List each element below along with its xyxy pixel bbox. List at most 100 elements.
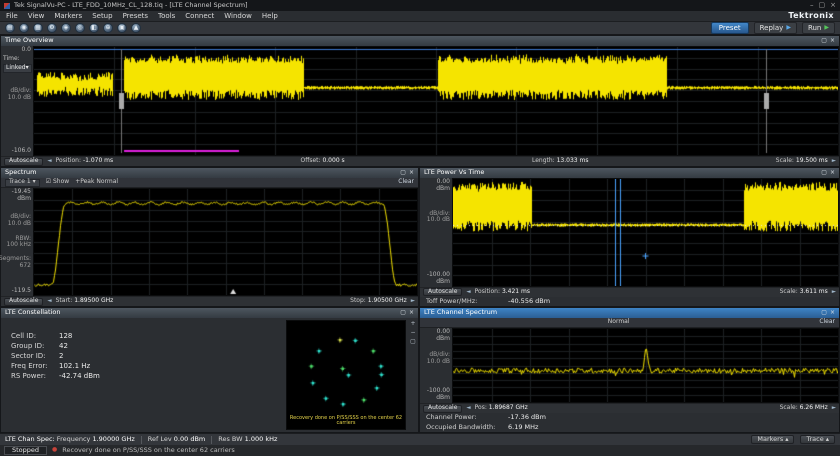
res-bw-readout[interactable]: Res BW 1.000 kHz [218, 436, 277, 443]
close-icon[interactable]: × [830, 170, 835, 177]
menu-tools[interactable]: Tools [158, 12, 175, 20]
window-title: Tek SignalVu-PC - LTE_FDD_10MHz_CL_128.t… [14, 2, 248, 9]
chspec-canvas [453, 329, 838, 402]
autoscale-button[interactable]: Autoscale [4, 298, 43, 306]
undock-icon[interactable]: ▢ [821, 170, 827, 177]
ref-level-value: 0.00 dBm [174, 435, 205, 443]
undock-icon[interactable]: ▢ [821, 310, 827, 317]
undock-icon[interactable]: ▢ [821, 38, 827, 45]
menubar: File View Markers Setup Presets Tools Co… [0, 11, 840, 22]
position-readout[interactable]: Position: -1.070 ms [56, 158, 114, 165]
menu-markers[interactable]: Markers [54, 12, 82, 20]
spectrum-panel: Spectrum ▢ × Trace 1▾ ☑ Show +Peak Norma… [0, 167, 419, 307]
reset-view-icon[interactable]: ▢ [410, 339, 416, 346]
replay-button[interactable]: Replay ▶ [754, 22, 797, 34]
autoscale-button[interactable]: Autoscale [423, 405, 462, 413]
analysis-icon[interactable]: ▣ [117, 23, 127, 33]
menu-presets[interactable]: Presets [123, 12, 148, 20]
time-linked-dropdown[interactable]: Linked▾ [3, 64, 32, 73]
spectrum-header[interactable]: Spectrum ▢ × [1, 168, 418, 178]
freq-error-value: 102.1 Hz [59, 362, 90, 370]
menu-window[interactable]: Window [224, 12, 252, 20]
pan-left-arrow[interactable]: ◄ [47, 158, 51, 164]
scale-readout[interactable]: Scale: 6.26 MHz [780, 405, 828, 412]
position-readout[interactable]: Position: 3.421 ms [475, 289, 530, 296]
panel-title: Time Overview [5, 37, 54, 44]
pvt-plot[interactable] [452, 178, 839, 287]
frequency-icon[interactable]: ◎ [75, 23, 85, 33]
freq-error-row: Freq Error:102.1 Hz [11, 362, 286, 370]
zoom-in-icon[interactable]: + [410, 321, 415, 328]
close-icon[interactable]: × [409, 310, 414, 317]
ref-level-readout[interactable]: Ref Lev 0.00 dBm [148, 436, 205, 443]
markers-icon[interactable]: ▲ [131, 23, 141, 33]
pan-right-arrow[interactable]: ► [832, 405, 836, 411]
lte-power-vs-time-header[interactable]: LTE Power Vs Time ▢ × [420, 168, 839, 178]
cell-id-label: Cell ID: [11, 332, 59, 340]
undock-icon[interactable]: ▢ [400, 170, 406, 177]
save-icon[interactable]: ◉ [19, 23, 29, 33]
pos-readout[interactable]: Pos: 1.89687 GHz [475, 405, 528, 412]
start-readout[interactable]: Start: 1.89500 GHz [56, 298, 114, 305]
pan-left-arrow[interactable]: ◄ [47, 298, 51, 304]
scale-readout[interactable]: Scale: 19.500 ms [776, 158, 828, 165]
time-overview-header[interactable]: Time Overview ▢ × [1, 36, 839, 46]
autoscale-button[interactable]: Autoscale [4, 158, 43, 166]
undock-icon[interactable]: ▢ [400, 310, 406, 317]
menu-setup[interactable]: Setup [92, 12, 112, 20]
pvt-controls: Autoscale ◄ Position: 3.421 ms Scale: 3.… [420, 287, 839, 297]
trigger-icon[interactable]: ⊕ [103, 23, 113, 33]
minimize-button[interactable]: – [810, 1, 814, 9]
clear-button[interactable]: Clear [819, 319, 835, 326]
amplitude-icon[interactable]: ◈ [61, 23, 71, 33]
settings-icon[interactable]: ⚙ [47, 23, 57, 33]
pan-right-arrow[interactable]: ► [832, 289, 836, 295]
chspec-plot[interactable] [452, 328, 839, 403]
panel-title: Spectrum [5, 169, 37, 176]
time-overview-plot[interactable] [33, 46, 839, 156]
lte-channel-spectrum-header[interactable]: LTE Channel Spectrum ▢ × [420, 308, 839, 318]
occupied-bandwidth-value: 6.19 MHz [508, 424, 538, 431]
show-checkbox[interactable]: ☑ Show [46, 179, 70, 186]
close-icon[interactable]: × [830, 310, 835, 317]
markers-button-label: Markers [757, 436, 783, 443]
close-button[interactable]: × [830, 1, 836, 9]
menu-connect[interactable]: Connect [185, 12, 214, 20]
close-icon[interactable]: × [409, 170, 414, 177]
maximize-button[interactable]: ▢ [819, 1, 826, 9]
lte-constellation-header[interactable]: LTE Constellation ▢ × [1, 308, 418, 318]
menu-help[interactable]: Help [262, 12, 278, 20]
frequency-readout[interactable]: LTE Chan Spec: Frequency 1.90000 GHz [5, 436, 135, 443]
zoom-out-icon[interactable]: − [410, 330, 415, 337]
bottom-message-bar: Stopped ● Recovery done on P/SS/SSS on t… [0, 445, 840, 456]
stop-readout[interactable]: Stop: 1.90500 GHz [350, 298, 407, 305]
scale-value: 3.611 ms [800, 288, 828, 295]
clear-button[interactable]: Clear [398, 179, 414, 186]
preset-button[interactable]: Preset [711, 22, 749, 34]
trace-button[interactable]: Trace▴ [800, 435, 835, 444]
pan-right-arrow[interactable]: ► [832, 158, 836, 164]
group-id-row: Group ID:42 [11, 342, 286, 350]
spectrum-plot[interactable] [33, 188, 418, 296]
spectrum-tracebar: Trace 1▾ ☑ Show +Peak Normal Clear [1, 178, 418, 188]
run-button[interactable]: Run ▶ [802, 22, 835, 34]
trace-selector-value: Trace 1 [9, 179, 31, 186]
scale-label: Scale: [776, 157, 794, 164]
time-label: Time: [3, 56, 32, 63]
pan-right-arrow[interactable]: ► [411, 298, 415, 304]
bandwidth-icon[interactable]: ◧ [89, 23, 99, 33]
autoscale-button[interactable]: Autoscale [423, 288, 462, 296]
displays-icon[interactable]: ▦ [33, 23, 43, 33]
trace-selector[interactable]: Trace 1▾ [5, 179, 40, 187]
pan-left-arrow[interactable]: ◄ [466, 405, 470, 411]
dbdiv-value: 10.0 dB [8, 221, 31, 228]
open-icon[interactable]: ▤ [5, 23, 15, 33]
markers-button[interactable]: Markers▴ [751, 435, 794, 444]
pan-left-arrow[interactable]: ◄ [466, 289, 470, 295]
menu-file[interactable]: File [6, 12, 18, 20]
chevron-down-icon: ▾ [33, 179, 36, 186]
close-icon[interactable]: × [830, 38, 835, 45]
scale-readout[interactable]: Scale: 3.611 ms [780, 289, 828, 296]
constellation-plot[interactable]: Recovery done on P/SS/SSS on the center … [286, 320, 406, 430]
menu-view[interactable]: View [28, 12, 45, 20]
